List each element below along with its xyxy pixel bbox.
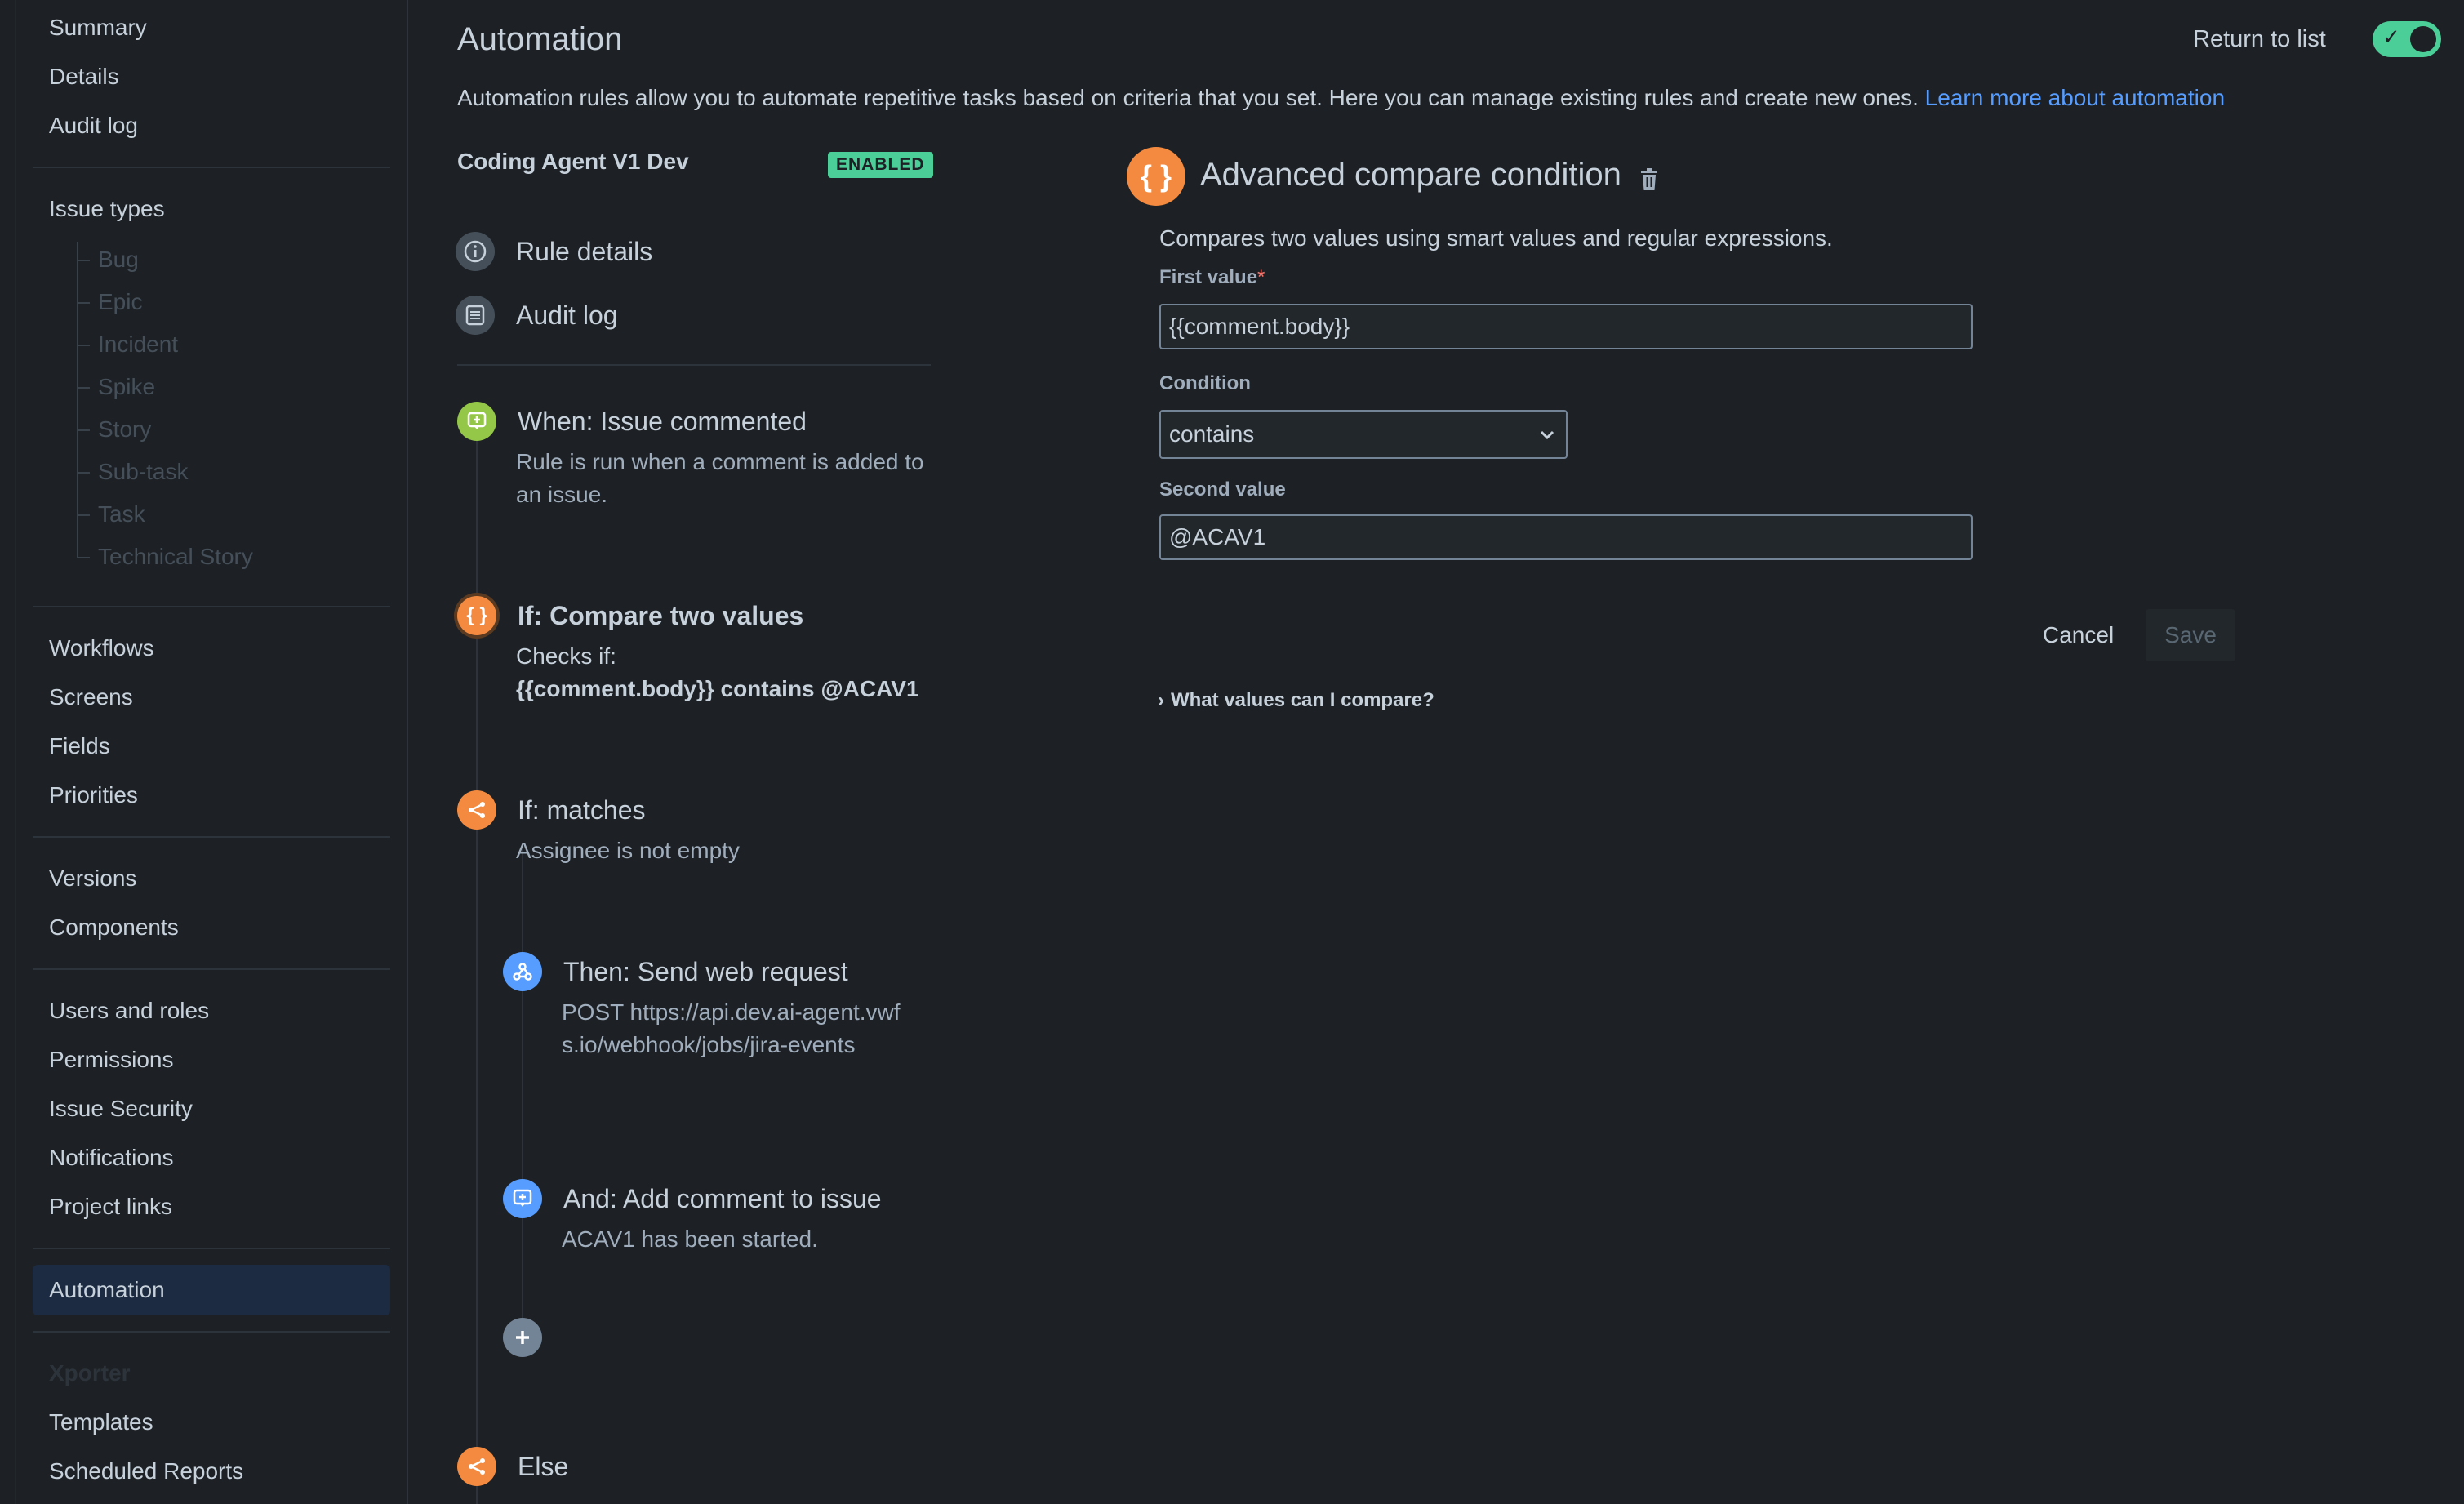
sidebar-item-automation[interactable]: Automation xyxy=(49,1277,165,1303)
else-step-title[interactable]: Else xyxy=(518,1452,568,1482)
comment-icon xyxy=(457,402,496,441)
sidebar-item-story[interactable]: Story xyxy=(98,416,151,443)
comment-icon xyxy=(503,1179,542,1218)
rule-details-link[interactable]: Rule details xyxy=(516,237,652,267)
sidebar-item-users-and-roles[interactable]: Users and roles xyxy=(49,998,209,1024)
panel-title: Advanced compare condition xyxy=(1200,157,1621,193)
condition-select[interactable]: contains xyxy=(1159,410,1568,459)
branch-icon xyxy=(457,790,496,830)
info-icon xyxy=(456,232,495,271)
second-value-input[interactable] xyxy=(1159,514,1973,560)
sidebar-item-technical-story[interactable]: Technical Story xyxy=(98,544,253,570)
toggle-knob xyxy=(2410,26,2436,52)
sidebar-item-workflows[interactable]: Workflows xyxy=(49,635,154,661)
sidebar-item-permissions[interactable]: Permissions xyxy=(49,1047,173,1073)
tree-tick xyxy=(77,387,90,389)
rule-name: Coding Agent V1 Dev xyxy=(457,149,689,174)
sidebar-item-spike[interactable]: Spike xyxy=(98,374,155,400)
sidebar-item-issue-security[interactable]: Issue Security xyxy=(49,1096,193,1122)
tree-tick xyxy=(77,260,90,261)
tree-tick xyxy=(77,429,90,431)
audit-log-link[interactable]: Audit log xyxy=(516,300,618,331)
page-title: Automation xyxy=(457,21,623,57)
trigger-step-title[interactable]: When: Issue commented xyxy=(518,407,807,437)
tree-line xyxy=(77,242,78,558)
condition-select-value: contains xyxy=(1169,421,1255,447)
braces-icon: { } xyxy=(457,596,496,635)
sidebar-divider xyxy=(33,1248,390,1249)
intro-text: Automation rules allow you to automate r… xyxy=(457,85,2225,111)
webhook-icon xyxy=(503,952,542,991)
trigger-step-desc: Rule is run when a comment is added to a… xyxy=(516,449,924,507)
chevron-right-icon: › xyxy=(1158,689,1164,711)
check-icon: ✓ xyxy=(2382,24,2400,49)
trash-icon[interactable] xyxy=(1639,168,1659,191)
sidebar-item-components[interactable]: Components xyxy=(49,914,179,941)
what-values-label: What values can I compare? xyxy=(1171,689,1434,711)
sidebar-divider xyxy=(33,968,390,970)
tree-tick xyxy=(77,472,90,474)
second-value-label: Second value xyxy=(1159,478,1286,501)
sidebar-edge xyxy=(15,0,16,1504)
tree-tick xyxy=(77,345,90,346)
send-web-request-step-desc: POST https://api.dev.ai-agent.vwfs.io/we… xyxy=(562,999,901,1057)
condition-step-expression: {{comment.body}} contains @ACAV1 xyxy=(516,676,919,701)
sidebar-item-audit-log[interactable]: Audit log xyxy=(49,113,138,139)
save-button[interactable]: Save xyxy=(2146,609,2235,661)
sidebar-item-task[interactable]: Task xyxy=(98,501,145,527)
required-mark: * xyxy=(1257,266,1265,288)
sidebar-item-project-links[interactable]: Project links xyxy=(49,1194,172,1220)
add-comment-step-desc: ACAV1 has been started. xyxy=(562,1226,818,1252)
sidebar-item-issue-types[interactable]: Issue types xyxy=(49,196,165,222)
first-value-label: First value* xyxy=(1159,266,1265,289)
tree-tick xyxy=(77,302,90,304)
first-value-label-text: First value xyxy=(1159,266,1258,288)
condition-step-desc: Checks if: xyxy=(516,643,616,669)
chevron-down-icon xyxy=(1540,430,1554,440)
branch-line xyxy=(522,849,523,1323)
first-value-input[interactable] xyxy=(1159,304,1973,349)
sidebar-item-details[interactable]: Details xyxy=(49,64,119,90)
sidebar-heading-xporter: Xporter xyxy=(49,1360,131,1386)
condition-label: Condition xyxy=(1159,372,1251,394)
branch-icon xyxy=(457,1447,496,1486)
if-matches-step-desc: Assignee is not empty xyxy=(516,838,740,863)
sidebar-item-fields[interactable]: Fields xyxy=(49,733,110,759)
sidebar-item-sub-task[interactable]: Sub-task xyxy=(98,459,189,485)
sidebar-item-scheduled-reports[interactable]: Scheduled Reports xyxy=(49,1458,243,1484)
cancel-button[interactable]: Cancel xyxy=(2030,609,2127,661)
sidebar-divider xyxy=(33,1331,390,1333)
if-matches-step-title[interactable]: If: matches xyxy=(518,795,646,825)
learn-more-link[interactable]: Learn more about automation xyxy=(1925,85,2225,110)
tree-tick xyxy=(77,557,90,558)
sidebar-item-notifications[interactable]: Notifications xyxy=(49,1145,174,1171)
sidebar-item-incident[interactable]: Incident xyxy=(98,332,178,358)
return-to-list-link[interactable]: Return to list xyxy=(2193,26,2326,53)
rule-enabled-toggle[interactable]: ✓ xyxy=(2373,21,2441,57)
sidebar-divider xyxy=(33,606,390,607)
sidebar-item-epic[interactable]: Epic xyxy=(98,289,142,315)
condition-step-title[interactable]: If: Compare two values xyxy=(518,601,803,631)
sidebar-item-bug[interactable]: Bug xyxy=(98,247,139,273)
sidebar-item-summary[interactable]: Summary xyxy=(49,15,147,41)
sidebar-item-screens[interactable]: Screens xyxy=(49,684,133,710)
rule-divider xyxy=(457,364,931,366)
sidebar-divider xyxy=(33,167,390,168)
sidebar-item-versions[interactable]: Versions xyxy=(49,865,136,892)
add-comment-step-title[interactable]: And: Add comment to issue xyxy=(563,1184,882,1214)
panel-description: Compares two values using smart values a… xyxy=(1159,225,1833,251)
sidebar-divider xyxy=(33,836,390,838)
tree-tick xyxy=(77,514,90,516)
intro-description: Automation rules allow you to automate r… xyxy=(457,85,1919,110)
sidebar: Summary Details Audit log Issue types Bu… xyxy=(0,0,408,1504)
what-values-expander[interactable]: › What values can I compare? xyxy=(1158,689,1434,712)
add-step-button[interactable] xyxy=(503,1318,542,1357)
list-icon xyxy=(456,296,495,335)
status-badge: ENABLED xyxy=(828,152,933,178)
sidebar-item-priorities[interactable]: Priorities xyxy=(49,782,138,808)
send-web-request-step-title[interactable]: Then: Send web request xyxy=(563,957,848,987)
braces-icon: { } xyxy=(1127,147,1185,206)
sidebar-item-templates[interactable]: Templates xyxy=(49,1409,153,1435)
